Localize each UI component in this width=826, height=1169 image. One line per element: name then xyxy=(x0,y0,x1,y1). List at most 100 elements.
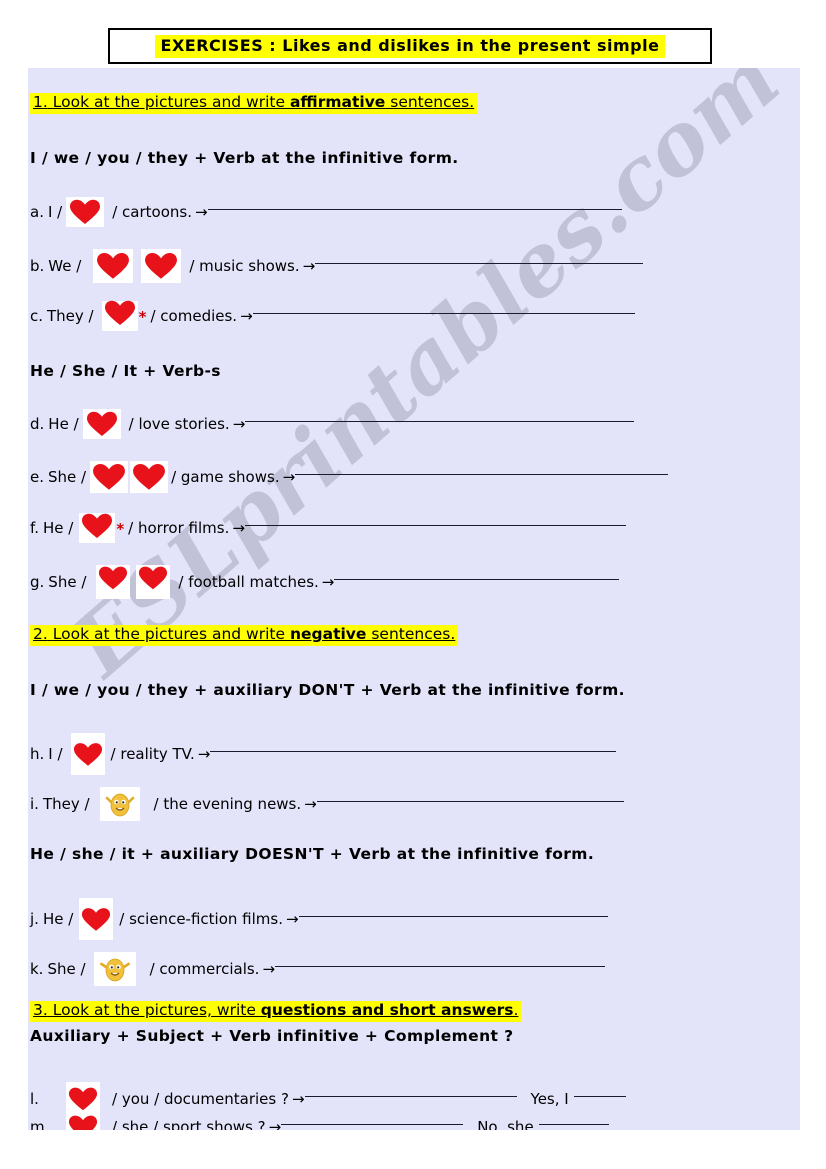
exercise-3-instruction: 3. Look at the pictures, write questions… xyxy=(30,1000,522,1022)
item-h-arrow: → xyxy=(197,745,211,763)
item-i-row: i. They / / the evening news. → xyxy=(30,787,624,821)
item-d-label: d. xyxy=(30,415,45,433)
item-e-arrow: → xyxy=(282,468,296,486)
smiley-face-icon xyxy=(99,787,140,821)
item-f-answer-blank[interactable] xyxy=(244,524,626,526)
item-g-subject: She / xyxy=(48,573,87,591)
item-a-row: a. I / / cartoons. → xyxy=(30,197,622,227)
item-h-answer-blank[interactable] xyxy=(210,750,617,752)
item-h-object: / reality TV. xyxy=(110,745,195,763)
item-b-subject: We / xyxy=(48,257,82,275)
item-j-row: j. He / / science-fiction films. → xyxy=(30,898,608,940)
exercise-3-emphasis: questions and short answers xyxy=(260,1001,514,1019)
item-k-arrow: → xyxy=(262,960,276,978)
heart-icon xyxy=(79,898,114,940)
grammar-rule-1: I / we / you / they + Verb at the infini… xyxy=(30,149,459,167)
exercise-3-text: Look at the pictures, write xyxy=(52,1001,261,1019)
item-d-subject: He / xyxy=(48,415,79,433)
item-e-row: e. She / / game shows. → xyxy=(30,461,669,493)
item-a-answer-blank[interactable] xyxy=(207,208,622,210)
item-i-answer-blank[interactable] xyxy=(316,800,624,802)
item-g-arrow: → xyxy=(321,573,335,591)
item-m-row: m. / she / sport shows ? → No, she xyxy=(30,1110,609,1130)
grammar-rule-4: He / she / it + auxiliary DOESN'T + Verb… xyxy=(30,845,595,863)
exercise-3-number: 3. xyxy=(33,1001,48,1019)
item-e-object: / game shows. xyxy=(171,468,280,486)
item-e-subject: She / xyxy=(48,468,87,486)
item-a-label: a. xyxy=(30,203,44,221)
item-i-subject: They / xyxy=(42,795,90,813)
item-k-object: / commercials. xyxy=(149,960,260,978)
heart-icon xyxy=(70,733,105,775)
item-m-object: / she / sport shows ? xyxy=(112,1118,266,1130)
exercise-2-number: 2. xyxy=(33,625,48,643)
item-d-row: d. He / / love stories. → xyxy=(30,409,635,439)
heart-icon xyxy=(141,249,182,283)
item-k-label: k. xyxy=(30,960,44,978)
item-c-row: c. They / * / comedies. → xyxy=(30,300,635,331)
heart-icon xyxy=(82,409,121,439)
item-c-arrow: → xyxy=(240,307,253,325)
item-h-subject: I / xyxy=(48,745,63,763)
item-b-answer-blank[interactable] xyxy=(315,262,644,264)
item-c-label: c. xyxy=(30,307,44,325)
item-k-subject: She / xyxy=(47,960,86,978)
item-f-subject: He / xyxy=(42,519,74,537)
item-f-arrow: → xyxy=(232,519,245,537)
exercise-1-tail: sentences. xyxy=(385,93,475,111)
item-l-short-answer-blank[interactable] xyxy=(573,1095,626,1097)
item-b-arrow: → xyxy=(302,257,316,275)
item-m-arrow: → xyxy=(268,1118,282,1130)
grammar-rule-5: Auxiliary + Subject + Verb infinitive + … xyxy=(30,1027,514,1045)
item-i-object: / the evening news. xyxy=(153,795,302,813)
smiley-face-icon xyxy=(93,952,136,986)
exercise-1-instruction: 1. Look at the pictures and write affirm… xyxy=(30,92,478,114)
item-d-answer-blank[interactable] xyxy=(245,420,635,422)
item-d-object: / love stories. xyxy=(128,415,230,433)
item-i-arrow: → xyxy=(304,795,317,813)
item-f-object: / horror films. xyxy=(128,519,230,537)
item-j-arrow: → xyxy=(285,910,299,928)
item-d-arrow: → xyxy=(232,415,246,433)
item-g-answer-blank[interactable] xyxy=(334,578,620,580)
item-f-label: f. xyxy=(30,519,39,537)
item-m-answer-blank[interactable] xyxy=(281,1123,464,1125)
item-g-row: g. She / / football matches. → xyxy=(30,565,620,599)
heart-icon xyxy=(90,461,129,493)
item-a-arrow: → xyxy=(194,203,208,221)
exercise-2-instruction: 2. Look at the pictures and write negati… xyxy=(30,624,459,646)
exercise-2-text: Look at the pictures and write xyxy=(52,625,290,643)
item-b-row: b. We / / music shows. → xyxy=(30,249,644,283)
item-e-label: e. xyxy=(30,468,44,486)
exercise-2-emphasis: negative xyxy=(289,625,367,643)
heart-icon xyxy=(66,197,105,227)
item-l-answer-prefix: Yes, I xyxy=(530,1090,569,1108)
exercise-2-tail: sentences. xyxy=(366,625,456,643)
item-b-object: / music shows. xyxy=(189,257,300,275)
item-m-answer-prefix: No, she xyxy=(477,1118,534,1130)
exercise-3-tail: . xyxy=(513,1001,519,1019)
heart-icon xyxy=(136,565,171,599)
exercise-1-number: 1. xyxy=(33,93,48,111)
item-c-answer-blank[interactable] xyxy=(252,312,635,314)
grammar-rule-2: He / She / It + Verb-s xyxy=(30,362,221,380)
item-l-object: / you / documentaries ? xyxy=(112,1090,289,1108)
item-m-short-answer-blank[interactable] xyxy=(538,1123,609,1125)
heart-icon xyxy=(79,513,116,543)
item-k-answer-blank[interactable] xyxy=(275,965,606,967)
item-l-label: l. xyxy=(30,1090,39,1108)
heart-icon xyxy=(101,300,138,331)
worksheet-sheet: ESLprintables.com 1. Look at the picture… xyxy=(28,68,800,1130)
heart-icon xyxy=(130,461,169,493)
item-j-subject: He / xyxy=(42,910,74,928)
item-h-label: h. xyxy=(30,745,45,763)
item-e-answer-blank[interactable] xyxy=(295,473,669,475)
item-a-subject: I / xyxy=(47,203,63,221)
item-l-answer-blank[interactable] xyxy=(304,1095,517,1097)
exercise-1-emphasis: affirmative xyxy=(289,93,386,111)
item-j-answer-blank[interactable] xyxy=(298,915,608,917)
item-m-label: m. xyxy=(30,1118,50,1130)
heart-icon xyxy=(93,249,134,283)
item-k-row: k. She / / commercials. → xyxy=(30,952,606,986)
item-h-row: h. I / / reality TV. → xyxy=(30,733,617,775)
